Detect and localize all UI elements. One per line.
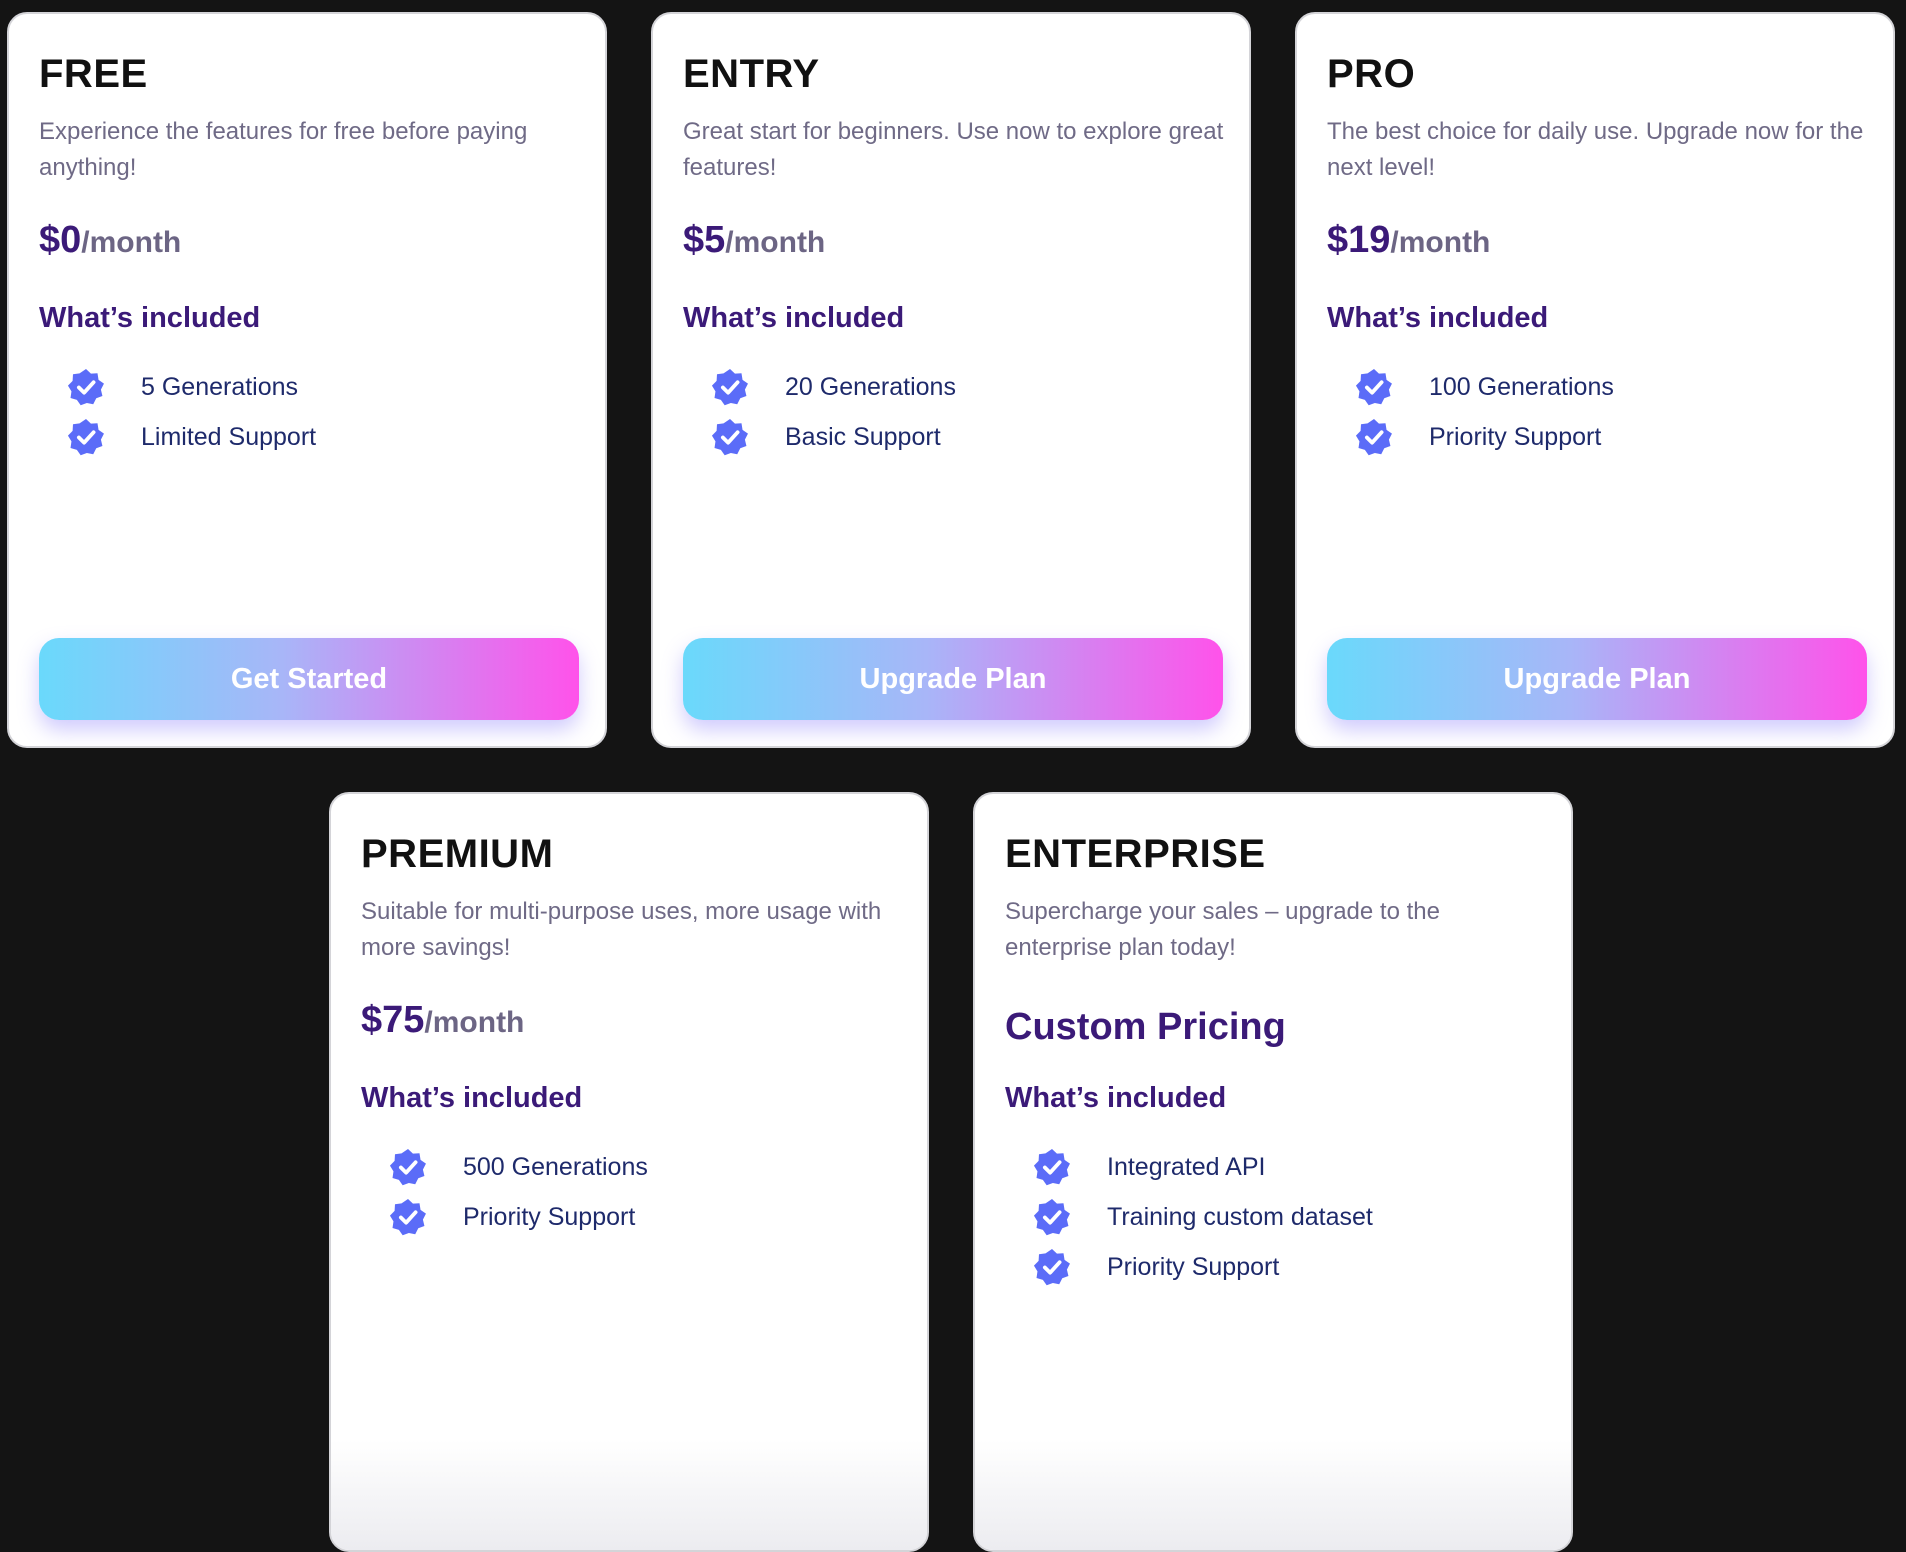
feature-label: Training custom dataset: [1107, 1202, 1373, 1231]
pricing-card-pro: PRO The best choice for daily use. Upgra…: [1295, 12, 1895, 748]
plan-description: Supercharge your sales – upgrade to the …: [1005, 898, 1440, 961]
price-period: /month: [81, 226, 182, 259]
feature-item: Basic Support: [711, 412, 956, 462]
plan-price: $19/month: [1327, 219, 1490, 262]
price-amount: $19: [1327, 219, 1391, 261]
check-badge-icon: [1355, 368, 1392, 406]
feature-item: 20 Generations: [711, 362, 956, 412]
feature-list: 20 Generations Basic Support: [711, 362, 956, 462]
plan-name: FREE: [39, 52, 148, 96]
feature-label: Priority Support: [1429, 422, 1602, 451]
feature-item: 5 Generations: [67, 362, 316, 412]
included-heading: What’s included: [1327, 302, 1549, 334]
feature-label: 500 Generations: [463, 1152, 648, 1181]
get-started-button[interactable]: Get Started: [39, 638, 579, 720]
feature-label: 5 Generations: [141, 372, 299, 401]
included-heading: What’s included: [683, 302, 905, 334]
included-heading: What’s included: [361, 1082, 583, 1114]
feature-item: Limited Support: [67, 412, 316, 462]
feature-label: Limited Support: [141, 422, 317, 451]
included-heading: What’s included: [39, 302, 261, 334]
plan-name: ENTERPRISE: [1005, 832, 1266, 876]
price-period: /month: [1390, 226, 1491, 259]
feature-label: Priority Support: [1107, 1252, 1280, 1281]
price-amount: $0: [39, 219, 82, 261]
feature-label: 20 Generations: [785, 372, 956, 401]
included-heading: What’s included: [1005, 1082, 1227, 1114]
feature-item: Priority Support: [1033, 1242, 1373, 1292]
plan-price: $0/month: [39, 219, 181, 262]
price-period: /month: [424, 1006, 525, 1039]
pricing-card-free: FREE Experience the features for free be…: [7, 12, 607, 748]
feature-list: 5 Generations Limited Support: [67, 362, 316, 462]
feature-list: 100 Generations Priority Support: [1355, 362, 1614, 462]
pricing-card-premium: PREMIUM Suitable for multi-purpose uses,…: [329, 792, 929, 1552]
price-amount: $75: [361, 999, 425, 1041]
card-bottom-fade: [331, 1440, 927, 1550]
plan-description: Great start for beginners. Use now to ex…: [683, 118, 1224, 181]
plan-price: $5/month: [683, 219, 825, 262]
feature-list: 500 Generations Priority Support: [389, 1142, 648, 1242]
feature-item: Priority Support: [389, 1192, 648, 1242]
feature-label: Basic Support: [785, 422, 941, 451]
check-badge-icon: [67, 418, 104, 456]
plan-name: PRO: [1327, 52, 1416, 96]
pricing-card-entry: ENTRY Great start for beginners. Use now…: [651, 12, 1251, 748]
price-period: /month: [725, 226, 826, 259]
check-badge-icon: [1355, 418, 1392, 456]
feature-item: Integrated API: [1033, 1142, 1373, 1192]
pricing-card-enterprise: ENTERPRISE Supercharge your sales – upgr…: [973, 792, 1573, 1552]
check-badge-icon: [1033, 1198, 1070, 1236]
check-badge-icon: [67, 368, 104, 406]
feature-item: 500 Generations: [389, 1142, 648, 1192]
feature-item: Training custom dataset: [1033, 1192, 1373, 1242]
feature-label: Priority Support: [463, 1202, 636, 1231]
check-badge-icon: [711, 418, 748, 456]
plan-description: Experience the features for free before …: [39, 118, 528, 181]
upgrade-plan-button[interactable]: Upgrade Plan: [683, 638, 1223, 720]
plan-description: The best choice for daily use. Upgrade n…: [1327, 118, 1864, 181]
plan-name: ENTRY: [683, 52, 820, 96]
plan-price: $75/month: [361, 999, 524, 1042]
feature-label: Integrated API: [1107, 1152, 1266, 1181]
check-badge-icon: [389, 1198, 426, 1236]
feature-label: 100 Generations: [1429, 372, 1614, 401]
feature-item: 100 Generations: [1355, 362, 1614, 412]
check-badge-icon: [1033, 1248, 1070, 1286]
feature-list: Integrated API Training custom dataset P…: [1033, 1142, 1373, 1292]
price-amount: $5: [683, 219, 726, 261]
plan-description: Suitable for multi-purpose uses, more us…: [361, 898, 882, 961]
check-badge-icon: [1033, 1148, 1070, 1186]
feature-item: Priority Support: [1355, 412, 1614, 462]
check-badge-icon: [389, 1148, 426, 1186]
custom-pricing: Custom Pricing: [1005, 1006, 1286, 1048]
plan-name: PREMIUM: [361, 832, 554, 876]
card-bottom-fade: [975, 1440, 1571, 1550]
check-badge-icon: [711, 368, 748, 406]
upgrade-plan-button[interactable]: Upgrade Plan: [1327, 638, 1867, 720]
